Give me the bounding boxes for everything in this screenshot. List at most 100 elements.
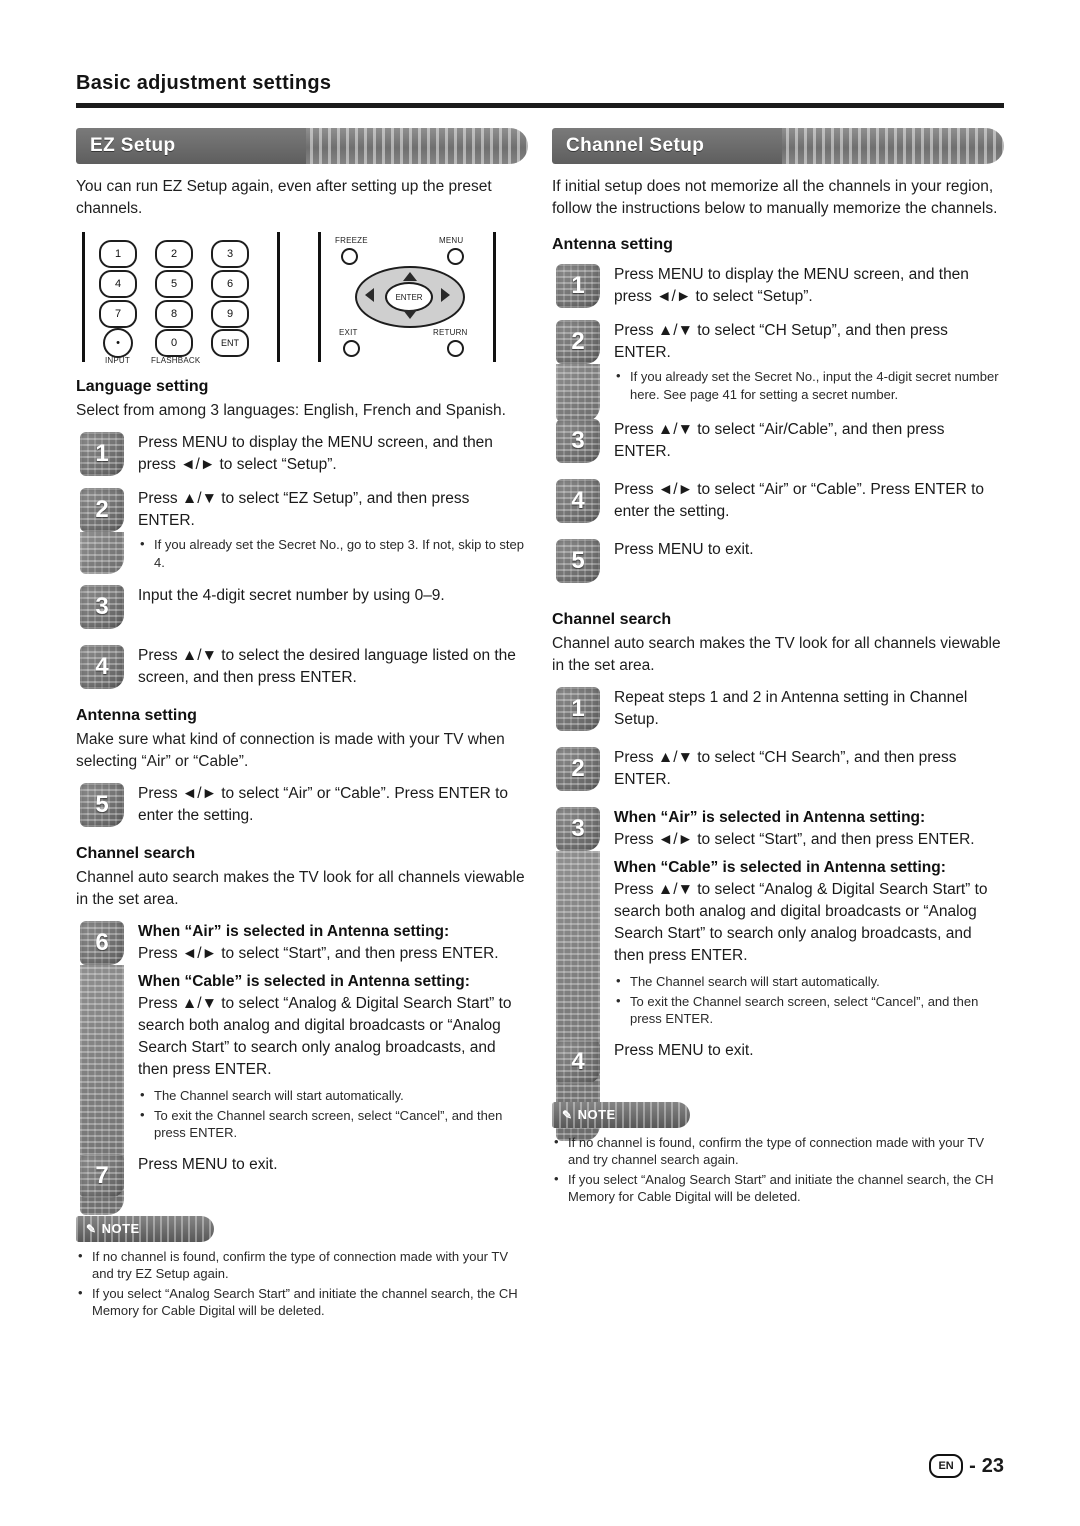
right-antenna-heading: Antenna setting: [552, 236, 673, 253]
cs-search-step-3: 3 When “Air” is selected in Antenna sett…: [552, 807, 1004, 1141]
right-note-1: If no channel is found, confirm the type…: [552, 1133, 1004, 1169]
cs-exit-badge: 4: [556, 1039, 600, 1084]
cs-step-5-text: Press MENU to exit.: [614, 541, 754, 558]
left-antenna-heading: Antenna setting: [76, 707, 197, 724]
remote-label-return: RETURN: [433, 328, 468, 337]
remote-key-7: 7: [99, 300, 137, 328]
cs-search-step-2: 2 Press ▲/▼ to select “CH Search”, and t…: [552, 747, 1004, 793]
section-title-channel-setup: Channel Setup: [566, 135, 705, 156]
cs-step-1-text: Press MENU to display the MENU screen, a…: [614, 266, 969, 305]
remote-key-ent: ENT: [211, 329, 249, 357]
remote-label-flashback: FLASHBACK: [151, 356, 201, 365]
cs-step-badge-4: 4: [556, 479, 600, 523]
title-divider: [76, 103, 1004, 108]
right-search-text: Channel auto search makes the TV look fo…: [552, 635, 1001, 674]
remote-label-menu: MENU: [439, 236, 464, 245]
note-pencil-icon-right: ✎: [562, 1107, 573, 1122]
remote-button-freeze: [341, 248, 358, 265]
cs-step-3-text: Press ▲/▼ to select “Air/Cable”, and the…: [614, 421, 945, 460]
cs-step3-cable-head: When “Cable” is selected in Antenna sett…: [614, 859, 946, 876]
ez-step-4: 4 Press ▲/▼ to select the desired langua…: [76, 645, 528, 691]
remote-key-5: 5: [155, 270, 193, 298]
remote-key-2: 2: [155, 240, 193, 268]
ez-step-6-air-head: When “Air” is selected in Antenna settin…: [138, 923, 450, 940]
cs-step-2-bullet-1: If you already set the Secret No., input…: [614, 367, 1004, 403]
cs-step-2-bullets: If you already set the Secret No., input…: [614, 367, 1004, 403]
right-notes: If no channel is found, confirm the type…: [552, 1133, 1004, 1206]
cs-step-3: 3 Press ▲/▼ to select “Air/Cable”, and t…: [552, 419, 1004, 465]
left-antenna-text: Make sure what kind of connection is mad…: [76, 731, 505, 770]
remote-key-dot: •: [103, 328, 133, 358]
ez-step-5-text: Press ◄/► to select “Air” or “Cable”. Pr…: [138, 785, 509, 824]
cs-search-step-1: 1 Repeat steps 1 and 2 in Antenna settin…: [552, 687, 1004, 733]
step-badge-3: 3: [80, 585, 124, 629]
cs-exit-step-text: Press MENU to exit.: [614, 1041, 754, 1059]
cs-step-badge-1: 1: [556, 264, 600, 308]
ez-step-7: 7 Press MENU to exit.: [76, 1153, 528, 1200]
cs-step-2-text: Press ▲/▼ to select “CH Setup”, and then…: [614, 322, 948, 361]
ez-step-6-air-text: Press ◄/► to select “Start”, and then pr…: [138, 945, 499, 962]
channel-setup-intro: If initial setup does not memorize all t…: [552, 178, 998, 217]
remote-key-8: 8: [155, 300, 193, 328]
cs-search-step-2-text: Press ▲/▼ to select “CH Search”, and the…: [614, 749, 957, 788]
cs-search-badge-3: 3: [556, 807, 600, 851]
cs-search-badge-1: 1: [556, 687, 600, 731]
right-note-banner: ✎ NOTE: [552, 1101, 690, 1128]
cs-step3-bullet-1: The Channel search will start automatica…: [614, 972, 1004, 991]
remote-label-input: INPUT: [105, 356, 130, 365]
cs-step-1: 1 Press MENU to display the MENU screen,…: [552, 264, 1004, 310]
ez-step-2: 2 Press ▲/▼ to select “EZ Setup”, and th…: [76, 488, 528, 574]
left-note-banner: ✎ NOTE: [76, 1215, 214, 1242]
cs-search-strip-3: [556, 851, 600, 1141]
step-badge-6: 6: [80, 921, 124, 965]
remote-key-9: 9: [211, 300, 249, 328]
cs-step3-air-text: Press ◄/► to select “Start”, and then pr…: [614, 831, 975, 848]
section-banner-channel-setup: Channel Setup: [552, 128, 1004, 164]
cs-step-badge-2: 2: [556, 320, 600, 364]
remote-key-6: 6: [211, 270, 249, 298]
right-note-2: If you select “Analog Search Start” and …: [552, 1170, 1004, 1206]
left-note-1: If no channel is found, confirm the type…: [76, 1247, 528, 1283]
remote-keypad: 1 2 3 4 5 6 7 8 9 • 0 ENT INPUT FLASHBAC…: [82, 232, 280, 365]
ez-step-6: 6 When “Air” is selected in Antenna sett…: [76, 921, 528, 1215]
remote-label-exit: EXIT: [339, 328, 358, 337]
remote-key-3: 3: [211, 240, 249, 268]
ez-setup-intro: You can run EZ Setup again, even after s…: [76, 178, 492, 217]
note-pencil-icon: ✎: [86, 1221, 97, 1236]
ez-step-6-bullets: The Channel search will start automatica…: [138, 1086, 528, 1142]
locale-badge: EN: [929, 1454, 964, 1478]
page-footer: EN - 23: [929, 1454, 1004, 1478]
step-strip-2: [80, 532, 124, 574]
column-left: EZ Setup You can run EZ Setup again, eve…: [76, 128, 528, 1320]
remote-navpad: FREEZE MENU ENTER EXIT RETURN: [318, 232, 496, 362]
cs-step-2: 2 Press ▲/▼ to select “CH Setup”, and th…: [552, 320, 1004, 422]
left-search-text: Channel auto search makes the TV look fo…: [76, 869, 525, 908]
ez-step-6-bullet-2: To exit the Channel search screen, selec…: [138, 1106, 528, 1142]
language-setting-heading: Language setting: [76, 378, 209, 395]
cs-search-badge-2: 2: [556, 747, 600, 791]
ez-step-1: 1 Press MENU to display the MENU screen,…: [76, 432, 528, 478]
cs-step-4: 4 Press ◄/► to select “Air” or “Cable”. …: [552, 479, 1004, 525]
nav-up-icon: [403, 272, 417, 281]
ez-step-6-cable-head: When “Cable” is selected in Antenna sett…: [138, 973, 470, 990]
section-banner-ez-setup: EZ Setup: [76, 128, 528, 164]
cs-exit-step: 4 Press MENU to exit.: [552, 1039, 1004, 1086]
ez-step-6-bullet-1: The Channel search will start automatica…: [138, 1086, 528, 1105]
ez-step-3-text: Input the 4-digit secret number by using…: [138, 587, 445, 604]
cs-step3-bullets: The Channel search will start automatica…: [614, 972, 1004, 1028]
ez-step-1-text: Press MENU to display the MENU screen, a…: [138, 434, 493, 473]
remote-key-4: 4: [99, 270, 137, 298]
ez-step-3: 3 Input the 4-digit secret number by usi…: [76, 585, 528, 631]
remote-illustration: 1 2 3 4 5 6 7 8 9 • 0 ENT INPUT FLASHBAC…: [76, 232, 496, 365]
step-badge-5: 5: [80, 783, 124, 827]
cs-step-badge-5: 5: [556, 539, 600, 583]
section-title-ez-setup: EZ Setup: [90, 135, 176, 156]
nav-down-icon: [403, 310, 417, 319]
step-badge-2: 2: [80, 488, 124, 532]
right-note-label: NOTE: [577, 1107, 616, 1122]
ez-step-2-bullets: If you already set the Secret No., go to…: [138, 535, 528, 571]
step-badge-7: 7: [80, 1153, 124, 1198]
ez-step-7-text: Press MENU to exit.: [138, 1155, 278, 1173]
ez-step-2-bullet-1: If you already set the Secret No., go to…: [138, 535, 528, 571]
cs-search-step-1-text: Repeat steps 1 and 2 in Antenna setting …: [614, 689, 968, 728]
